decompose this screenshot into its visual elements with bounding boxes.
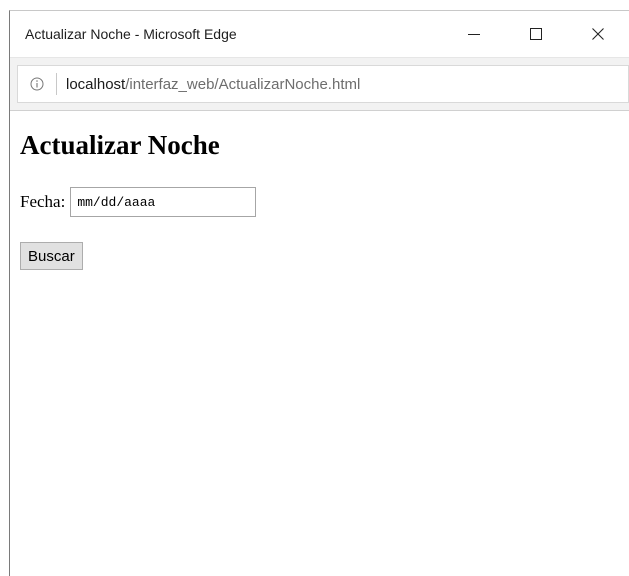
window-controls [443, 11, 629, 57]
fecha-row: Fecha: [20, 187, 629, 217]
address-separator [56, 73, 57, 95]
url-field[interactable]: localhost/interfaz_web/ActualizarNoche.h… [17, 65, 629, 103]
page-content: Actualizar Noche Fecha: Buscar [10, 111, 629, 270]
close-icon [592, 28, 604, 40]
window-title: Actualizar Noche - Microsoft Edge [25, 26, 237, 42]
url-text: localhost/interfaz_web/ActualizarNoche.h… [66, 76, 360, 93]
page-title: Actualizar Noche [20, 130, 220, 160]
minimize-icon [468, 34, 480, 35]
maximize-button[interactable] [505, 11, 567, 57]
url-path: /interfaz_web/ActualizarNoche.html [125, 75, 361, 93]
buscar-button[interactable]: Buscar [20, 242, 83, 270]
minimize-button[interactable] [443, 11, 505, 57]
info-icon[interactable] [18, 77, 56, 91]
fecha-input[interactable] [70, 187, 257, 217]
close-button[interactable] [567, 11, 629, 57]
title-bar[interactable]: Actualizar Noche - Microsoft Edge [10, 11, 629, 57]
fecha-label: Fecha: [20, 192, 66, 211]
browser-window: Actualizar Noche - Microsoft Edge localh… [9, 10, 629, 576]
url-host: localhost [66, 75, 126, 93]
address-bar: localhost/interfaz_web/ActualizarNoche.h… [10, 57, 629, 111]
maximize-icon [530, 28, 542, 40]
